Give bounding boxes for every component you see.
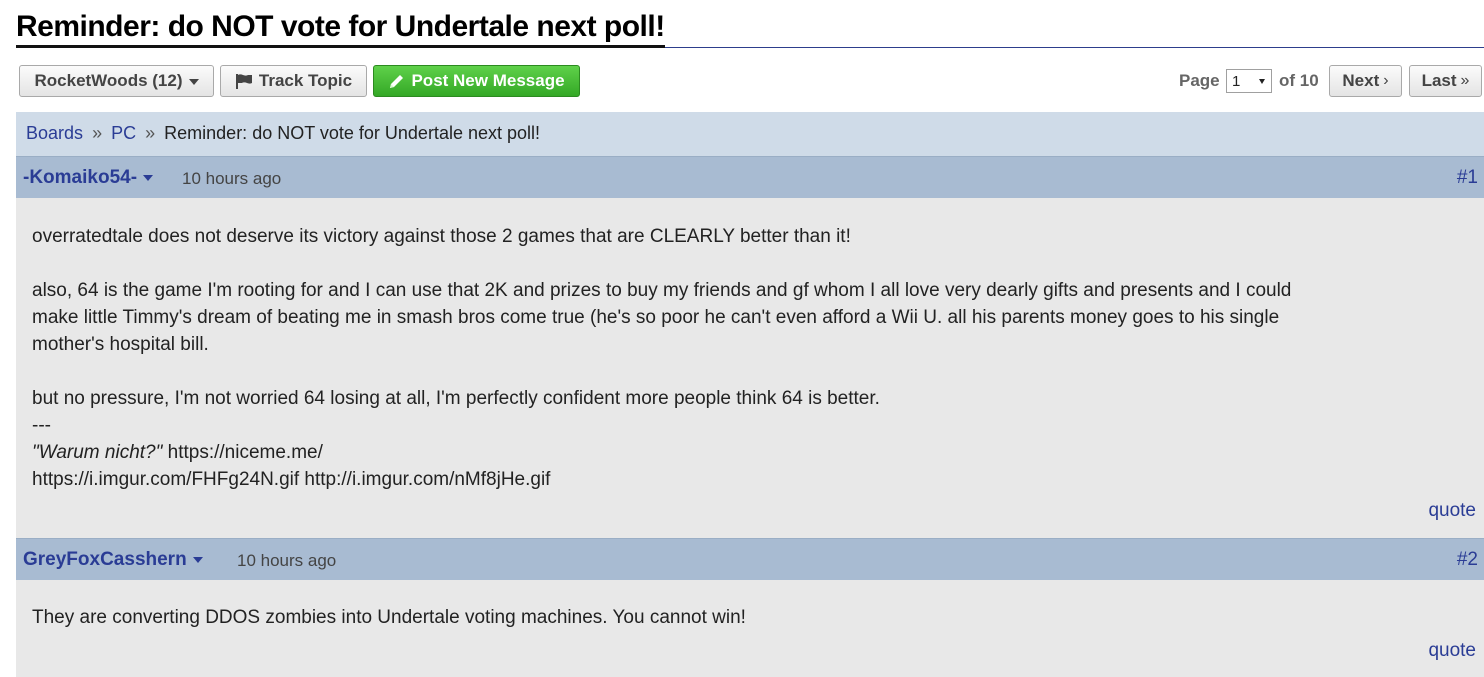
user-menu-label: RocketWoods (12) [34, 71, 183, 90]
signature: "Warum nicht?" https://niceme.me/ [32, 439, 1484, 466]
signature-separator: --- [32, 415, 51, 436]
message-number-link[interactable]: #1 [1457, 167, 1478, 189]
message-text: but no pressure, I'm not worried 64 losi… [32, 388, 880, 409]
chevron-down-icon [192, 556, 203, 563]
topic-title-bar: Reminder: do NOT vote for Undertale next… [16, 8, 1484, 48]
last-page-label: Last [1421, 71, 1457, 90]
post-new-message-button[interactable]: Post New Message [373, 65, 580, 97]
message-timestamp: 10 hours ago [237, 551, 337, 570]
quote-link[interactable]: quote [1428, 497, 1476, 524]
message-text: make little Timmy's dream of beating me … [32, 307, 1280, 328]
message-text: overratedtale does not deserve its victo… [32, 226, 851, 247]
signature-quote: "Warum nicht?" [32, 442, 163, 463]
author-name: GreyFoxCasshern [23, 549, 187, 570]
post-new-message-label: Post New Message [411, 71, 565, 90]
toolbar: RocketWoods (12) Track Topic Post New Me… [19, 65, 1484, 97]
breadcrumb-board-link[interactable]: PC [111, 123, 136, 143]
message-text: mother's hospital bill. [32, 334, 209, 355]
pencil-icon [388, 73, 405, 90]
track-topic-button[interactable]: Track Topic [220, 65, 367, 97]
breadcrumb-separator: » [145, 123, 156, 143]
message-author[interactable]: -Komaiko54- [23, 167, 154, 189]
page-select[interactable]: 1 [1226, 69, 1272, 93]
chevron-down-icon [188, 79, 199, 85]
next-page-label: Next [1342, 71, 1380, 90]
message-text: also, 64 is the game I'm rooting for and… [32, 280, 1292, 301]
page-count-label: of 10 [1279, 71, 1319, 90]
signature-link[interactable]: https://niceme.me/ [168, 442, 323, 463]
message-number-link[interactable]: #2 [1457, 549, 1478, 571]
message-body: overratedtale does not deserve its victo… [16, 198, 1484, 538]
message-header: GreyFoxCasshern 10 hours ago #2 [16, 538, 1484, 580]
page-label: Page [1179, 71, 1220, 90]
pagination: Page 1 of 10 Next › Last » [1179, 65, 1484, 97]
breadcrumb: Boards » PC » Reminder: do NOT vote for … [16, 112, 1484, 156]
double-chevron-right-icon: » [1460, 72, 1470, 89]
breadcrumb-boards-link[interactable]: Boards [26, 123, 83, 143]
signature-links[interactable]: https://i.imgur.com/FHFg24N.gif http://i… [32, 466, 1484, 493]
track-topic-label: Track Topic [258, 71, 353, 90]
chevron-right-icon: › [1383, 72, 1389, 89]
next-page-button[interactable]: Next › [1329, 65, 1402, 97]
chevron-down-icon [143, 174, 154, 181]
author-name: -Komaiko54- [23, 167, 138, 188]
flag-icon [235, 73, 253, 90]
breadcrumb-separator: » [92, 123, 103, 143]
message-timestamp: 10 hours ago [182, 169, 282, 188]
last-page-button[interactable]: Last » [1409, 65, 1482, 97]
message-author[interactable]: GreyFoxCasshern [23, 549, 203, 571]
user-menu-button[interactable]: RocketWoods (12) [19, 65, 214, 97]
message-body: They are converting DDOS zombies into Un… [16, 580, 1484, 677]
page-title: Reminder: do NOT vote for Undertale next… [16, 12, 665, 48]
page-select-value: 1 [1232, 72, 1241, 90]
message-header: -Komaiko54- 10 hours ago #1 [16, 156, 1484, 198]
select-arrow-icon [1259, 79, 1265, 84]
quote-link[interactable]: quote [1428, 637, 1476, 664]
breadcrumb-current: Reminder: do NOT vote for Undertale next… [164, 123, 541, 143]
message-text: They are converting DDOS zombies into Un… [32, 607, 746, 628]
